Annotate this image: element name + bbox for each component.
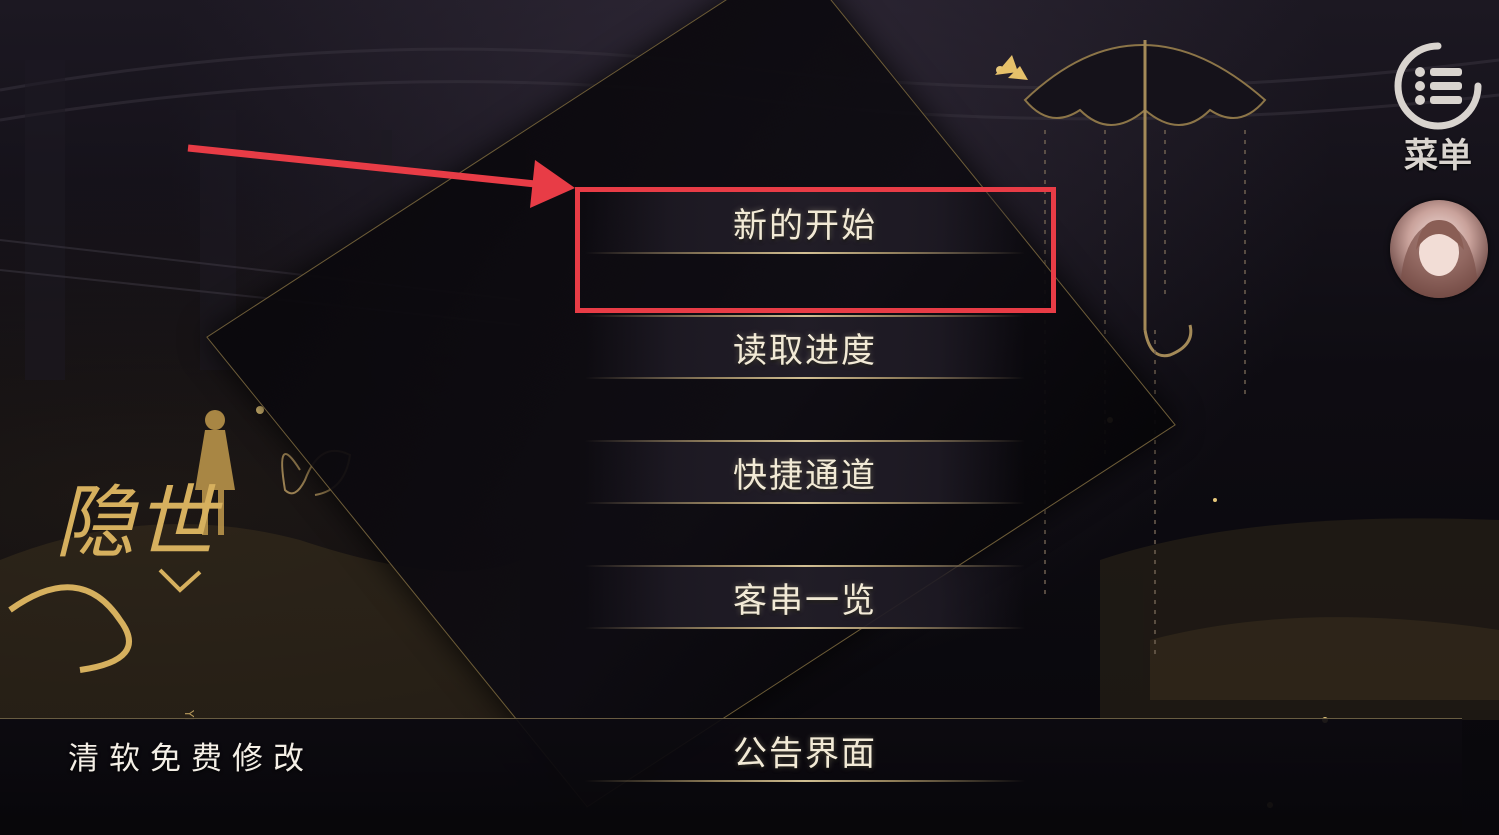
- avatar-portrait: [1400, 220, 1478, 298]
- game-logo: 隐世 YINS: [8, 476, 223, 720]
- game-title-screen: 新的开始 读取进度 快捷通道 客串一览 菜单 隐世 公告界面 清软免费修改: [0, 0, 1499, 835]
- quick-access-label: 快捷通道: [733, 455, 877, 496]
- watermark-text: 清软免费修改: [68, 741, 314, 777]
- load-progress-label: 读取进度: [733, 330, 877, 371]
- menu-button[interactable]: 菜单: [1388, 40, 1488, 175]
- quick-access-button[interactable]: 快捷通道: [585, 440, 1025, 504]
- avatar[interactable]: [1390, 200, 1488, 298]
- load-progress-button[interactable]: 读取进度: [585, 315, 1025, 379]
- announcement-label: 公告界面: [733, 733, 877, 774]
- menu-button-label: 菜单: [1404, 137, 1472, 175]
- cameo-list-button[interactable]: 客串一览: [585, 565, 1025, 629]
- cameo-list-label: 客串一览: [733, 580, 877, 621]
- announcement-button[interactable]: 公告界面: [585, 718, 1025, 782]
- highlight-box: [575, 187, 1056, 313]
- logo-title: 隐世: [55, 476, 223, 569]
- list-icon: [1394, 42, 1482, 130]
